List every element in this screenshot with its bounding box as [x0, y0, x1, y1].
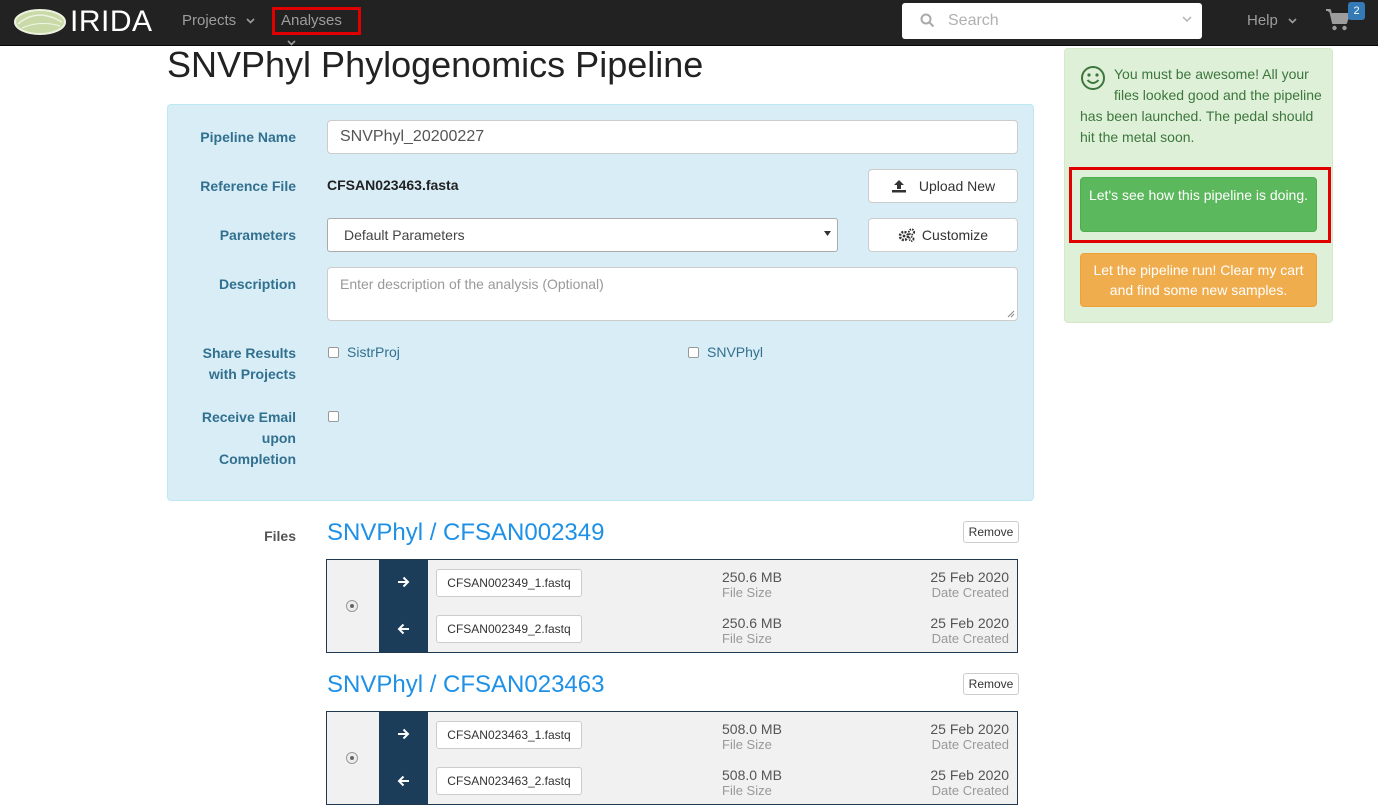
nav-analyses-label: Analyses — [281, 12, 342, 29]
share-results-label-line2: with Projects — [208, 366, 296, 382]
sample-files-box: CFSAN023463_1.fastq 508.0 MB File Size 2… — [326, 711, 1018, 805]
sample-files-box: CFSAN002349_1.fastq 250.6 MB File Size 2… — [326, 559, 1018, 653]
arrow-left-icon — [397, 623, 409, 635]
description-placeholder: Enter description of the analysis (Optio… — [340, 276, 604, 292]
clear-cart-button[interactable]: Let the pipeline run! Clear my cart and … — [1080, 253, 1317, 307]
nav-help-label: Help — [1247, 12, 1278, 29]
upload-new-button[interactable]: Upload New — [868, 169, 1018, 203]
irida-logo-icon — [14, 9, 66, 35]
file-name-button[interactable]: CFSAN023463_2.fastq — [436, 767, 582, 795]
alert-message-text: You must be awesome! All your files look… — [1080, 66, 1322, 145]
file-size-value: 250.6 MB — [722, 615, 782, 631]
smile-icon — [1081, 66, 1105, 90]
file-date-caption: Date Created — [931, 585, 1009, 600]
customize-button[interactable]: Customize — [868, 218, 1018, 252]
pipeline-name-input[interactable]: SNVPhyl_20200227 — [327, 120, 1018, 154]
navbar: IRIDA Projects Analyses Help 2 — [0, 0, 1378, 46]
file-date: 25 Feb 2020 Date Created — [930, 569, 1009, 601]
share-results-label-line1: Share Results — [202, 345, 296, 361]
upload-icon — [891, 180, 906, 193]
gears-icon — [898, 228, 916, 242]
share-sistrproj-checkbox[interactable] — [328, 347, 339, 358]
file-size-value: 508.0 MB — [722, 721, 782, 737]
parameters-label: Parameters — [219, 227, 296, 243]
file-name-button[interactable]: CFSAN002349_2.fastq — [436, 615, 582, 643]
share-results-label: Share Results with Projects — [156, 343, 296, 385]
remove-sample-button[interactable]: Remove — [963, 521, 1019, 543]
nav-help-menu[interactable]: Help — [1247, 10, 1297, 34]
remove-sample-button[interactable]: Remove — [963, 673, 1019, 695]
file-name-button[interactable]: CFSAN023463_1.fastq — [436, 721, 582, 749]
parameters-selected-value: Default Parameters — [344, 227, 465, 243]
file-date-caption: Date Created — [931, 737, 1009, 752]
brand-name: IRIDA — [70, 5, 153, 38]
arrow-right-icon — [398, 576, 410, 588]
alert-message: You must be awesome! All your files look… — [1080, 64, 1322, 148]
pipeline-name-label: Pipeline Name — [200, 129, 296, 145]
cart-count-badge: 2 — [1348, 2, 1365, 20]
file-date-value: 25 Feb 2020 — [930, 721, 1009, 737]
direction-column — [379, 712, 428, 804]
parameters-select[interactable]: Default Parameters — [327, 218, 838, 252]
receive-email-label-line2: upon — [261, 430, 296, 446]
search-icon — [920, 13, 935, 28]
file-date: 25 Feb 2020 Date Created — [930, 721, 1009, 753]
file-size-caption: File Size — [722, 737, 772, 752]
share-sistrproj-label[interactable]: SistrProj — [347, 344, 400, 360]
nav-projects-label: Projects — [182, 12, 237, 29]
sample-pair-radio[interactable] — [346, 600, 358, 612]
file-size-caption: File Size — [722, 783, 772, 798]
search-box[interactable] — [902, 3, 1202, 39]
reference-file-label: Reference File — [200, 178, 296, 194]
receive-email-label-line1: Receive Email — [201, 409, 296, 425]
view-pipeline-button[interactable]: Let's see how this pipeline is doing. — [1080, 177, 1317, 232]
upload-new-label: Upload New — [918, 178, 996, 194]
search-input[interactable] — [946, 9, 1166, 33]
file-size-value: 508.0 MB — [722, 767, 782, 783]
file-name-button[interactable]: CFSAN002349_1.fastq — [436, 569, 582, 597]
direction-column — [379, 560, 428, 652]
file-size-caption: File Size — [722, 631, 772, 646]
file-size: 250.6 MB File Size — [722, 569, 782, 601]
chevron-down-icon — [824, 231, 831, 236]
nav-projects-menu[interactable]: Projects — [182, 10, 255, 34]
file-date: 25 Feb 2020 Date Created — [930, 767, 1009, 799]
reference-file-value: CFSAN023463.fasta — [327, 177, 459, 193]
receive-email-checkbox[interactable] — [328, 411, 339, 422]
file-size-value: 250.6 MB — [722, 569, 782, 585]
chevron-down-icon[interactable] — [1182, 16, 1192, 23]
chevron-down-icon — [246, 18, 255, 24]
resize-handle-icon[interactable] — [1007, 310, 1015, 318]
file-date-value: 25 Feb 2020 — [930, 569, 1009, 585]
file-date-value: 25 Feb 2020 — [930, 615, 1009, 631]
nav-analyses-menu[interactable]: Analyses — [272, 7, 361, 46]
file-size: 508.0 MB File Size — [722, 767, 782, 799]
description-textarea[interactable]: Enter description of the analysis (Optio… — [327, 267, 1018, 321]
share-snvphyl-label[interactable]: SNVPhyl — [707, 344, 763, 360]
sample-title-link[interactable]: SNVPhyl / CFSAN002349 — [327, 519, 604, 547]
description-label: Description — [218, 276, 296, 292]
file-date-caption: Date Created — [931, 631, 1009, 646]
arrow-right-icon — [398, 728, 410, 740]
share-snvphyl-checkbox[interactable] — [688, 347, 699, 358]
page-title: SNVPhyl Phylogenomics Pipeline — [167, 44, 704, 85]
file-date-caption: Date Created — [931, 783, 1009, 798]
sample-pair-radio[interactable] — [346, 752, 358, 764]
brand-link[interactable]: IRIDA — [14, 5, 153, 38]
customize-label: Customize — [921, 227, 989, 243]
sample-title-link[interactable]: SNVPhyl / CFSAN023463 — [327, 671, 604, 699]
file-size: 250.6 MB File Size — [722, 615, 782, 647]
receive-email-label-line3: Completion — [219, 451, 296, 467]
files-label: Files — [264, 528, 296, 544]
file-size-caption: File Size — [722, 585, 772, 600]
arrow-left-icon — [397, 775, 409, 787]
file-size: 508.0 MB File Size — [722, 721, 782, 753]
file-date: 25 Feb 2020 Date Created — [930, 615, 1009, 647]
file-date-value: 25 Feb 2020 — [930, 767, 1009, 783]
chevron-down-icon — [1288, 18, 1297, 24]
receive-email-label: Receive Email upon Completion — [156, 407, 296, 470]
pipeline-form-panel: Pipeline Name SNVPhyl_20200227 Reference… — [167, 104, 1034, 501]
